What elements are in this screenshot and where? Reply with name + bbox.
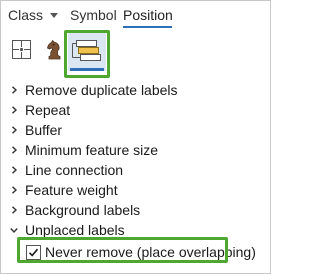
chevron-right-icon [12,206,18,214]
group-label: Minimum feature size [25,142,159,158]
chevron-down-icon [50,13,59,18]
chevron-right-icon [12,146,18,154]
chevron-right-icon [12,86,18,94]
never-remove-option: Never remove (place overlapping) [17,237,256,263]
tab-bar: Class Symbol Position [0,0,271,30]
chevron-right-icon [12,126,18,134]
highlight-outline [64,30,110,78]
group-label: Background labels [25,202,141,218]
chevron-right-icon [12,106,18,114]
tab-symbol[interactable]: Symbol [70,7,117,23]
tab-symbol-label: Symbol [70,7,117,23]
group-label: Feature weight [25,182,118,198]
fitting-strategy-button[interactable] [64,30,110,78]
group-label: Repeat [25,102,71,118]
group-label: Line connection [25,162,124,178]
group-label: Remove duplicate labels [25,82,178,98]
active-tab-indicator [123,26,172,28]
placement-button[interactable] [8,36,36,64]
tab-class-label: Class [8,7,44,23]
chevron-right-icon [12,166,18,174]
tab-class[interactable]: Class [8,7,59,23]
tab-position[interactable]: Position [123,7,173,23]
group-label: Buffer [25,122,63,138]
chevron-right-icon [12,186,18,194]
tab-position-label: Position [123,7,173,23]
chevron-down-icon [10,228,18,234]
placement-icon [12,40,31,59]
highlight-outline [17,237,228,263]
